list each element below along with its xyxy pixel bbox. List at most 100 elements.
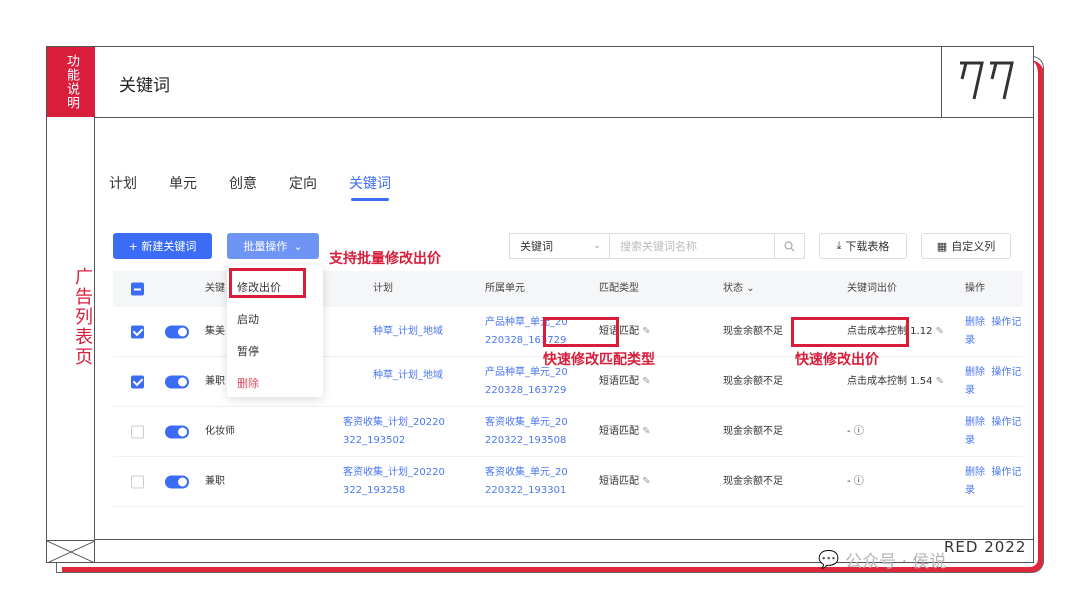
row-checkbox[interactable]: [131, 325, 144, 338]
edit-icon[interactable]: ✎: [642, 376, 650, 387]
unit-link[interactable]: 客资收集_单元_20 220322_193508: [485, 414, 568, 450]
plan-link[interactable]: 客资收集_计划_20220 322_193258: [343, 464, 445, 500]
plan-link[interactable]: 种草_计划_地域: [373, 367, 443, 385]
row-checkbox[interactable]: [131, 475, 144, 488]
bid-cell[interactable]: 点击成本控制 1.54 ✎: [847, 373, 944, 391]
ops-cell: 删除 操作记录: [965, 314, 1023, 350]
wechat-icon: 💬: [818, 549, 840, 570]
match-type-value: 短语匹配: [599, 475, 639, 487]
match-type-cell[interactable]: 短语匹配 ✎: [599, 423, 651, 441]
custom-columns-button[interactable]: ▦ 自定义列: [921, 233, 1011, 259]
side-top-label: 功能说明: [47, 47, 95, 117]
menu-item-start[interactable]: 启动: [237, 311, 259, 327]
header-divider: [95, 117, 1033, 118]
plan-link-line2: 322_193258: [343, 484, 406, 496]
bid-value: 点击成本控制 1.54: [847, 375, 933, 387]
status-cell: 现金余额不足: [723, 475, 783, 487]
header-bid: 关键词出价: [847, 283, 897, 294]
side-column: 功能说明 广告列表页: [47, 47, 95, 563]
search-field-value: 关键词: [520, 240, 553, 253]
plan-link-line2: 322_193502: [343, 434, 406, 446]
download-table-button[interactable]: ⤓ 下载表格: [819, 233, 907, 259]
quote-icon: [960, 61, 1014, 100]
unit-link-line1: 客资收集_单元_20: [485, 466, 568, 478]
batch-operation-button[interactable]: 批量操作 ⌄: [227, 233, 319, 259]
row-toggle[interactable]: [165, 475, 189, 488]
bid-cell: - ⓘ: [847, 425, 864, 437]
search-input[interactable]: 搜索关键词名称: [609, 233, 775, 259]
unit-link-line1: 客资收集_单元_20: [485, 416, 568, 428]
row-toggle[interactable]: [165, 425, 189, 438]
search-field-select[interactable]: 关键词 ⌄: [509, 233, 609, 259]
header-keyword: 关键: [205, 283, 225, 294]
match-type-cell[interactable]: 短语匹配 ✎: [599, 373, 651, 391]
menu-item-pause[interactable]: 暂停: [237, 343, 259, 359]
delete-link[interactable]: 删除: [965, 467, 985, 478]
header-match-type: 匹配类型: [599, 283, 639, 294]
match-highlight-box: [543, 317, 619, 347]
row-toggle[interactable]: [165, 375, 189, 388]
header-status[interactable]: 状态 ⌄: [723, 280, 755, 298]
bottom-divider: [95, 539, 1033, 540]
batch-operation-label: 批量操作: [243, 240, 288, 253]
brand-label: RED 2022: [944, 538, 1027, 556]
tab-unit[interactable]: 单元: [169, 173, 197, 193]
status-cell: 现金余额不足: [723, 425, 783, 437]
edit-icon[interactable]: ✎: [936, 326, 944, 337]
tab-bar: 计划 单元 创意 定向 关键词: [109, 173, 423, 201]
tab-targeting[interactable]: 定向: [289, 173, 317, 193]
menu-item-delete[interactable]: 删除: [237, 375, 259, 391]
watermark: 💬 公众号 · 侯说: [818, 547, 947, 573]
slide-frame: 功能说明 广告列表页 关键词 计划 单元 创意 定向 关键词 + 新建关键词 批…: [46, 46, 1034, 563]
ops-cell: 删除 操作记录: [965, 464, 1023, 500]
tab-plan[interactable]: 计划: [109, 173, 137, 193]
row-checkbox[interactable]: [131, 425, 144, 438]
unit-link[interactable]: 客资收集_单元_20 220322_193301: [485, 464, 568, 500]
watermark-text: 公众号 · 侯说: [845, 552, 947, 572]
download-icon: ⤓: [836, 239, 842, 252]
delete-link[interactable]: 删除: [965, 417, 985, 428]
table-row: 化妆师 客资收集_计划_20220 322_193502 客资收集_单元_20 22…: [113, 407, 1023, 457]
unit-link-line2: 220322_193508: [485, 434, 567, 446]
match-type-value: 短语匹配: [599, 425, 639, 437]
status-cell: 现金余额不足: [723, 325, 783, 337]
header-unit: 所属单元: [485, 283, 525, 294]
row-toggle[interactable]: [165, 325, 189, 338]
bid-note-annotation: 快速修改出价: [795, 352, 879, 368]
ops-cell: 删除 操作记录: [965, 414, 1023, 450]
plan-link-line1: 种草_计划_地域: [373, 325, 443, 337]
status-cell: 现金余额不足: [723, 375, 783, 387]
bid-highlight-box: [791, 317, 909, 347]
chevron-down-icon: ⌄: [293, 239, 303, 253]
search-icon[interactable]: [775, 233, 805, 259]
modify-bid-highlight-box: [229, 268, 306, 298]
page-title: 关键词: [119, 76, 170, 96]
tab-creative[interactable]: 创意: [229, 173, 257, 193]
match-type-cell[interactable]: 短语匹配 ✎: [599, 473, 651, 491]
delete-link[interactable]: 删除: [965, 317, 985, 328]
edit-icon[interactable]: ✎: [642, 426, 650, 437]
tab-keyword[interactable]: 关键词: [349, 173, 391, 201]
plan-link[interactable]: 客资收集_计划_20220 322_193502: [343, 414, 445, 450]
bid-cell: - ⓘ: [847, 475, 864, 487]
edit-icon[interactable]: ✎: [642, 326, 650, 337]
chevron-down-icon: ⌄: [746, 283, 755, 294]
download-label: 下载表格: [845, 240, 890, 253]
plan-link-line1: 客资收集_计划_20220: [343, 416, 445, 428]
table-row: 兼职 客资收集_计划_20220 322_193258 客资收集_单元_20 220…: [113, 457, 1023, 507]
new-keyword-button[interactable]: + 新建关键词: [113, 233, 212, 259]
plan-link-line1: 种草_计划_地域: [373, 369, 443, 381]
keyword-cell: 兼职: [205, 375, 225, 387]
plan-link[interactable]: 种草_计划_地域: [373, 323, 443, 341]
select-all-checkbox[interactable]: [131, 282, 144, 296]
chevron-down-icon: ⌄: [593, 241, 601, 251]
columns-icon: ▦: [936, 239, 948, 253]
edit-icon[interactable]: ✎: [936, 376, 944, 387]
row-checkbox[interactable]: [131, 375, 144, 388]
delete-link[interactable]: 删除: [965, 367, 985, 378]
header-plan: 计划: [373, 283, 393, 294]
keyword-cell: 集美: [205, 325, 225, 337]
side-mid-label: 广告列表页: [72, 267, 93, 367]
unit-link-line2: 220322_193301: [485, 484, 567, 496]
edit-icon[interactable]: ✎: [642, 476, 650, 487]
